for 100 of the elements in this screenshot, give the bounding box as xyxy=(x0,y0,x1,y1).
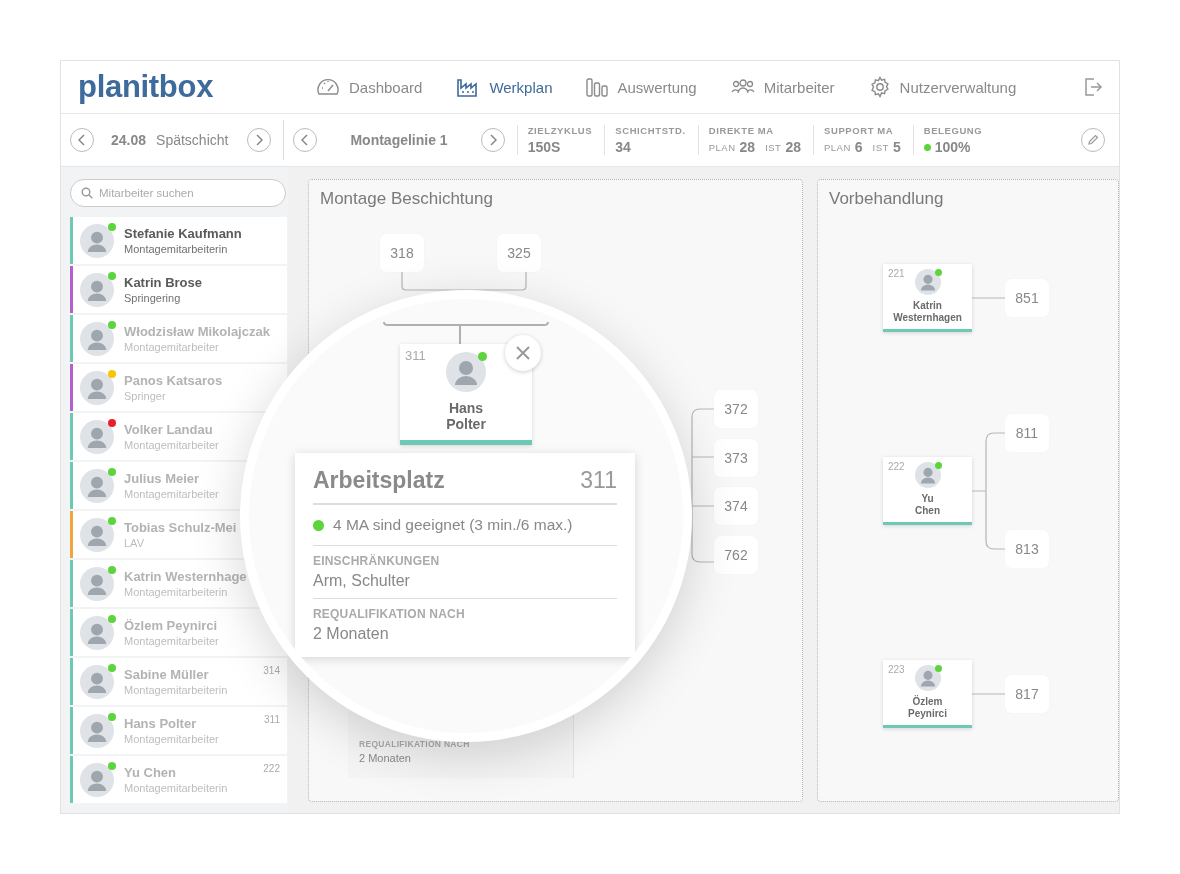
logout-button[interactable] xyxy=(1083,77,1103,97)
stat-value: 28 xyxy=(785,139,801,155)
search-field[interactable]: Mitarbeiter suchen xyxy=(70,179,286,207)
employee-card[interactable]: 311 Hans Polter xyxy=(400,344,532,445)
station-box[interactable]: 374 xyxy=(714,487,758,525)
stat-value: 34 xyxy=(615,139,631,155)
info-label: REQUALIFIKATION NACH xyxy=(313,607,466,621)
chevron-right-icon xyxy=(255,134,264,146)
chevron-left-icon xyxy=(301,134,310,146)
employee-name: Volker Landau xyxy=(124,422,214,437)
avatar-icon xyxy=(80,664,114,699)
stat-label: SCHICHTSTD. xyxy=(615,125,686,136)
info-value: Arm, Schulter xyxy=(313,572,411,590)
station-box[interactable]: 817 xyxy=(1005,675,1049,713)
employee-name: Hans Polter xyxy=(446,400,486,433)
employee-name: Panos Katsaros xyxy=(124,373,223,388)
employee-name: Yu Chen xyxy=(124,765,177,780)
employee-item[interactable]: Yu Chen Montagemitarbeiterin 222 xyxy=(70,756,287,803)
employee-role: Springering xyxy=(124,292,182,304)
station-box[interactable]: 325 xyxy=(497,234,541,272)
employee-name: Hans Polter xyxy=(124,716,198,731)
station-box[interactable]: 373 xyxy=(714,438,758,477)
employee-role: Montagemitarbeiterin xyxy=(124,684,228,696)
nav-tab[interactable]: Dashboard xyxy=(316,76,423,98)
gauge-icon xyxy=(316,77,340,97)
workplace-number: 221 xyxy=(888,268,905,279)
employee-role: Montagemitarbeiterin xyxy=(124,586,229,598)
station-box[interactable]: 851 xyxy=(1005,279,1049,317)
avatar-icon xyxy=(80,615,114,650)
nav-tab[interactable]: Auswertung xyxy=(586,76,697,98)
stat-value: 28 xyxy=(739,139,756,155)
avatar-icon xyxy=(914,462,941,488)
station-box[interactable]: 372 xyxy=(714,390,758,428)
actual-label: IST xyxy=(765,141,782,153)
previous-button[interactable] xyxy=(293,128,318,152)
next-button[interactable] xyxy=(480,128,505,152)
nav-tab[interactable]: Mitarbeiter xyxy=(730,76,835,98)
nav-tab[interactable]: Werkplan xyxy=(456,76,553,98)
employee-name: Tobias Schulz-Mei xyxy=(124,520,237,535)
employee-role: Montagemitarbeiter xyxy=(124,733,219,745)
workplace-number: 223 xyxy=(888,664,905,675)
employee-item[interactable]: Panos Katsaros Springer xyxy=(70,364,287,411)
employee-name: Katrin Brose xyxy=(124,275,203,290)
employee-item[interactable]: Hans Polter Montagemitarbeiter 311 xyxy=(70,707,287,754)
plan-label: PLAN xyxy=(824,141,851,153)
employee-name: Yu Chen xyxy=(915,493,940,516)
employee-role: Montagemitarbeiter xyxy=(124,439,219,451)
nav-tab[interactable]: Nutzerverwaltung xyxy=(868,76,1017,98)
info-value: 2 Monaten xyxy=(313,625,390,643)
station-box[interactable]: 318 xyxy=(380,234,424,272)
plan-label: PLAN xyxy=(708,141,736,153)
area-title: Montage Beschichtung xyxy=(320,189,493,209)
employee-item[interactable]: Stefanie Kaufmann Montagemitarbeiterin xyxy=(70,217,287,264)
avatar-icon xyxy=(80,517,114,552)
station-box[interactable]: 811 xyxy=(1005,414,1049,452)
line-label: Montagelinie 1 xyxy=(350,132,448,148)
settings-icon xyxy=(868,76,891,98)
employee-name: Katrin Westernhage xyxy=(124,569,247,584)
edit-button[interactable] xyxy=(1081,128,1105,152)
stat-label: SUPPORT MA xyxy=(824,125,895,136)
employee-role: Montagemitarbeiter xyxy=(124,341,220,353)
chevron-left-icon xyxy=(78,134,86,146)
station-box[interactable]: 762 xyxy=(714,535,758,574)
employee-name: Katrin Westernhagen xyxy=(893,300,962,323)
stat-value: 5 xyxy=(892,139,901,155)
area-title: Vorbehandlung xyxy=(829,189,944,209)
station-number: 222 xyxy=(263,763,280,774)
stat-label: DIREKTE MA xyxy=(708,125,775,136)
station-box[interactable]: 813 xyxy=(1005,530,1049,568)
stat-label: ZIELZYKLUS xyxy=(527,125,593,136)
station-number: 311 xyxy=(264,714,280,725)
pencil-icon xyxy=(1087,134,1099,146)
employee-item[interactable]: Özlem Peynirci Montagemitarbeiter xyxy=(70,609,287,656)
connector-line xyxy=(971,297,1006,299)
previous-button[interactable] xyxy=(70,128,94,152)
employee-item[interactable]: Katrin Brose Springering xyxy=(70,266,287,313)
employee-card[interactable]: 221 Katrin Westernhagen xyxy=(883,264,972,332)
avatar-icon xyxy=(914,665,941,691)
search-icon xyxy=(81,187,93,199)
avatar-icon xyxy=(80,419,114,454)
stat-value: 150S xyxy=(527,139,561,155)
station-number: 314 xyxy=(263,665,280,676)
employee-card[interactable]: 223 Özlem Peynirci xyxy=(883,660,972,728)
info-value: 2 Monaten xyxy=(359,752,412,764)
avatar-icon xyxy=(446,352,486,392)
next-button[interactable] xyxy=(247,128,272,152)
employee-card[interactable]: 222 Yu Chen xyxy=(883,457,972,525)
avatar-icon xyxy=(80,223,114,258)
actual-label: IST xyxy=(872,141,889,153)
employee-role: Montagemitarbeiterin xyxy=(124,243,229,255)
employee-item[interactable]: Sabine Müller Montagemitarbeiterin 314 xyxy=(70,658,287,705)
close-icon xyxy=(516,346,530,360)
employee-item[interactable]: Włodzisław Mikolajczak Montagemitarbeiter xyxy=(70,315,287,362)
stat-label: BELEGUNG xyxy=(923,125,983,136)
chevron-right-icon xyxy=(488,134,497,146)
avatar-icon xyxy=(80,468,114,503)
employee-role: Montagemitarbeiter xyxy=(124,488,219,500)
close-button[interactable] xyxy=(505,335,541,371)
workplace-number: 222 xyxy=(888,461,905,472)
date-label: 24.08 xyxy=(111,132,147,148)
